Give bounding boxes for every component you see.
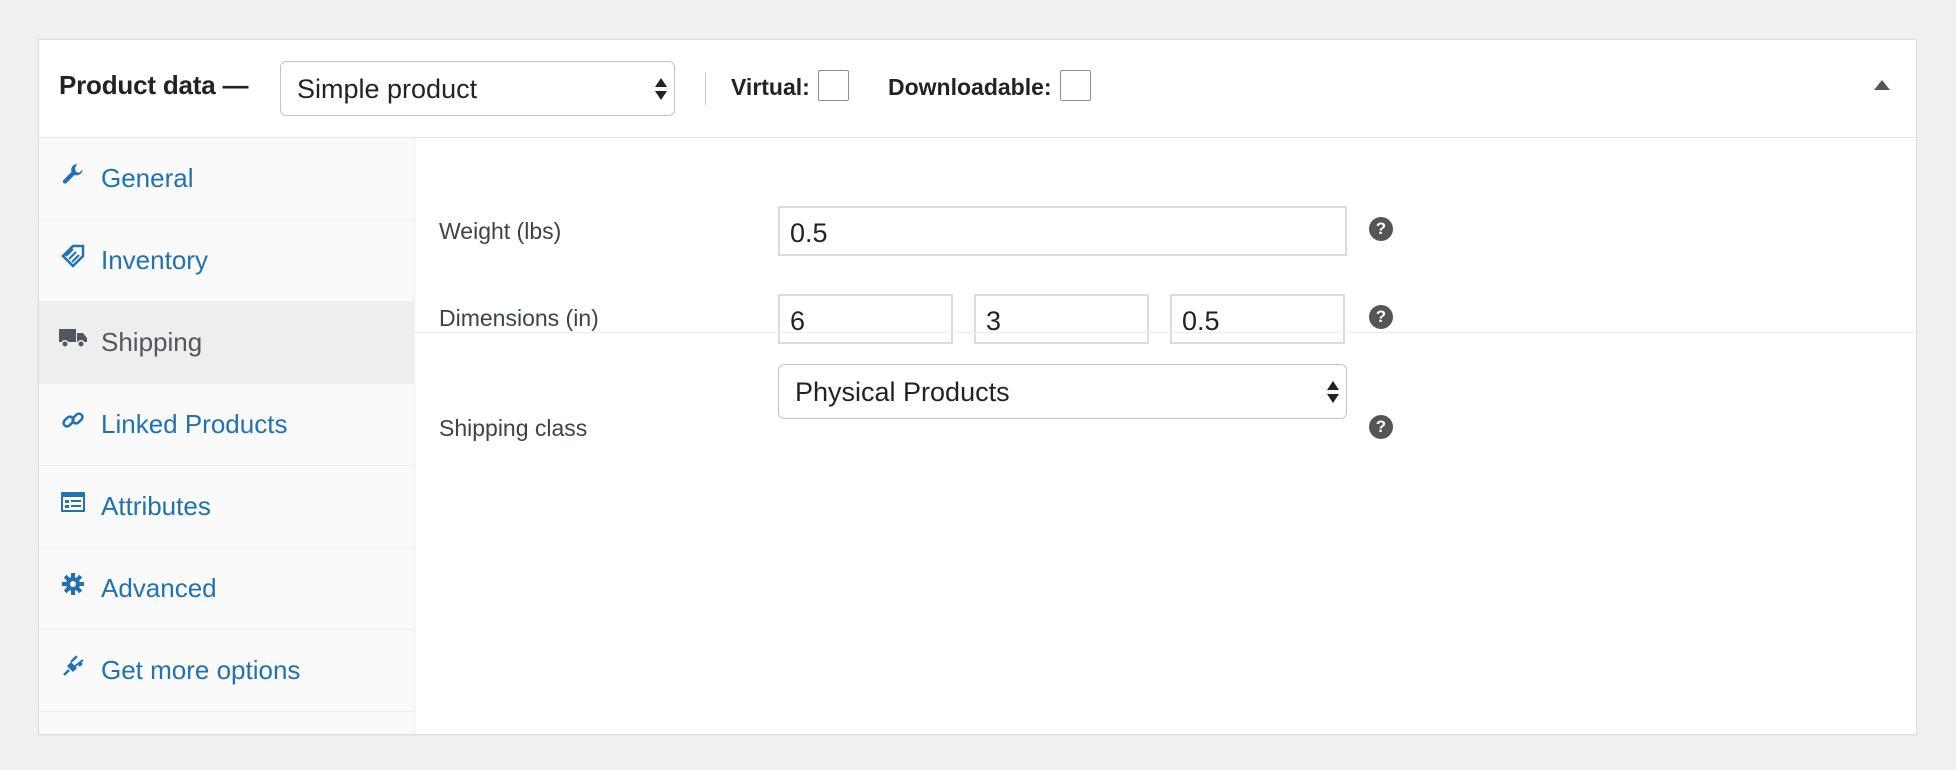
help-glyph: ? (1375, 219, 1387, 238)
product-data-panel: Product data — Simple product Virtual: D… (38, 39, 1917, 735)
tab-inventory[interactable]: Inventory (39, 220, 414, 302)
weight-help-icon[interactable]: ? (1369, 217, 1393, 241)
collapse-toggle-icon[interactable] (1874, 80, 1890, 90)
tab-linked-products-label: Linked Products (101, 409, 288, 439)
dimensions-help-icon[interactable]: ? (1369, 305, 1393, 329)
header-divider (705, 73, 706, 105)
section-divider (415, 332, 1916, 333)
downloadable-label: Downloadable: (888, 74, 1052, 100)
weight-input[interactable]: 0.5 (778, 206, 1347, 256)
help-glyph: ? (1375, 307, 1387, 326)
tab-shipping-label: Shipping (101, 327, 203, 357)
link-icon (59, 406, 87, 434)
tab-inventory-label: Inventory (101, 245, 208, 275)
length-input[interactable]: 6 (778, 294, 953, 344)
select-arrows-icon (1327, 381, 1339, 403)
tab-get-more-options[interactable]: Get more options (39, 630, 414, 712)
tab-attributes-label: Attributes (101, 491, 211, 521)
downloadable-checkbox[interactable] (1060, 70, 1091, 101)
shipping-class-select[interactable]: Physical Products (778, 364, 1347, 419)
truck-icon (59, 324, 87, 352)
product-type-select[interactable]: Simple product (280, 61, 675, 116)
tab-attributes[interactable]: Attributes (39, 466, 414, 548)
gear-icon (59, 570, 87, 598)
virtual-label: Virtual: (731, 74, 810, 100)
tag-icon (59, 242, 87, 270)
product-type-value: Simple product (297, 74, 478, 104)
tab-advanced[interactable]: Advanced (39, 548, 414, 630)
dimensions-label: Dimensions (in) (439, 305, 599, 331)
plug-icon (59, 652, 87, 680)
tab-get-more-options-label: Get more options (101, 655, 301, 685)
product-data-header: Product data — Simple product Virtual: D… (39, 40, 1916, 138)
height-input[interactable]: 0.5 (1170, 294, 1345, 344)
tab-advanced-label: Advanced (101, 573, 217, 603)
width-input[interactable]: 3 (974, 294, 1149, 344)
weight-value: 0.5 (790, 218, 828, 248)
shipping-class-help-icon[interactable]: ? (1369, 415, 1393, 439)
shipping-class-label: Shipping class (439, 415, 588, 441)
virtual-checkbox[interactable] (818, 70, 849, 101)
panel-title: Product data — (59, 70, 249, 100)
tab-general[interactable]: General (39, 138, 414, 220)
wrench-icon (59, 160, 87, 188)
help-glyph: ? (1375, 417, 1387, 436)
shipping-panel: Weight (lbs) 0.5 ? Dimensions (in) 6 3 0… (415, 138, 1916, 734)
tab-general-label: General (101, 163, 194, 193)
weight-label: Weight (lbs) (439, 218, 562, 244)
tab-shipping[interactable]: Shipping (39, 302, 414, 384)
product-data-tabs: General Inventory Shipping Linked Produc… (39, 138, 415, 734)
select-arrows-icon (655, 78, 667, 100)
list-card-icon (59, 488, 87, 516)
tab-linked-products[interactable]: Linked Products (39, 384, 414, 466)
shipping-class-value: Physical Products (795, 377, 1010, 407)
